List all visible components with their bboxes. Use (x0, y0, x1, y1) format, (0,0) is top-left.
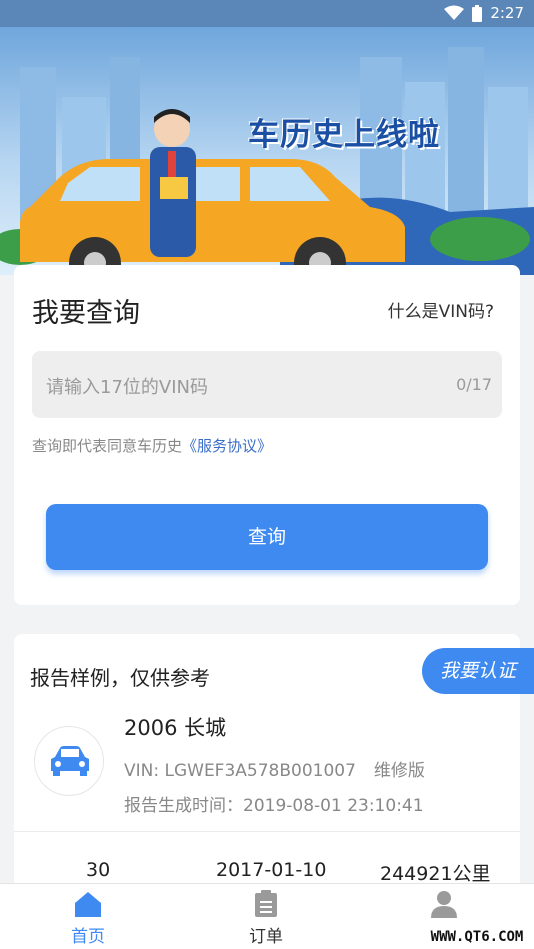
user-icon (431, 891, 457, 918)
vin-input-counter: 0/17 (456, 375, 492, 394)
orders-icon (255, 890, 277, 917)
banner-title: 车历史上线啦 (248, 117, 440, 153)
vin-input[interactable]: 请输入17位的VIN码 0/17 (32, 351, 502, 418)
nav-home[interactable]: 首页 (28, 884, 148, 949)
home-icon (75, 892, 101, 917)
promo-banner[interactable]: 车历史上线啦 (0, 27, 534, 275)
report-version: 维修版 (373, 761, 425, 781)
query-card: 我要查询 什么是VIN码? 请输入17位的VIN码 0/17 查询即代表同意车历… (14, 265, 520, 605)
divider (14, 831, 520, 832)
wifi-icon (444, 5, 465, 20)
car-badge (34, 726, 104, 796)
site-watermark: WWW.QT6.COM (420, 926, 534, 949)
sample-title: 报告样例，仅供参考 (30, 666, 210, 690)
vin-help-link[interactable]: 什么是VIN码? (388, 297, 494, 322)
sample-report-card[interactable]: 报告样例，仅供参考 我要认证 2006 长城 VIN: LGWEF3A578B0… (14, 634, 534, 894)
stat-mileage: 244921公里 (380, 863, 491, 885)
nav-home-label: 首页 (71, 927, 105, 947)
query-button[interactable]: 查询 (46, 504, 488, 570)
agreement-prefix: 查询即代表同意车历史 (32, 437, 183, 455)
car-icon (51, 746, 89, 776)
nav-orders[interactable]: 订单 (206, 884, 326, 949)
stat-value: 30 (86, 859, 111, 881)
status-time: 2:27 (490, 4, 524, 22)
nav-orders-label: 订单 (249, 927, 283, 947)
agreement-text: 查询即代表同意车历史《服务协议》 (32, 435, 272, 456)
vin-number: VIN: LGWEF3A578B001007 (124, 761, 356, 781)
stat-date: 2017-01-10 (216, 859, 327, 881)
service-agreement-link[interactable]: 《服务协议》 (182, 437, 272, 455)
vin-line: VIN: LGWEF3A578B001007 维修版 (124, 756, 425, 781)
vin-input-placeholder: 请输入17位的VIN码 (46, 377, 208, 398)
certify-button[interactable]: 我要认证 (422, 648, 534, 694)
status-bar: 2:27 (0, 0, 534, 27)
report-time: 报告生成时间：2019-08-01 23:10:41 (124, 796, 424, 816)
battery-icon (472, 4, 483, 22)
query-title: 我要查询 (32, 298, 140, 329)
car-name: 2006 长城 (124, 716, 227, 740)
